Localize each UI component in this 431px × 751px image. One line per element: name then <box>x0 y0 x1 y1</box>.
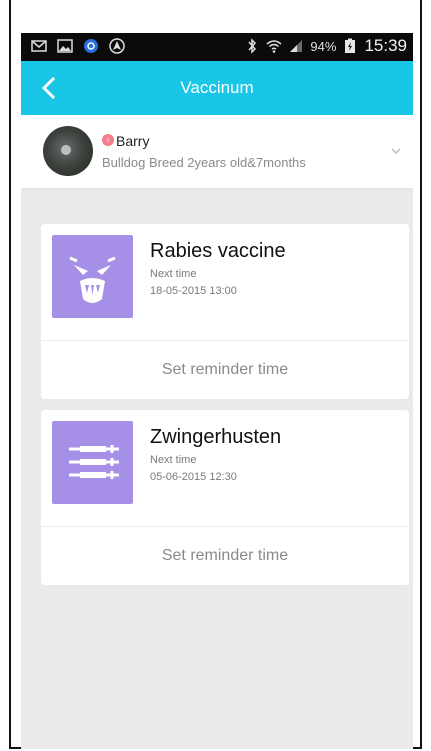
image-icon <box>57 39 73 53</box>
clock: 15:39 <box>364 36 407 55</box>
beast-face-icon <box>69 256 116 303</box>
status-notifications <box>31 38 125 54</box>
app-screen: 94% 15:39 Vaccinum ♀ Barry Bulldog Breed… <box>21 33 413 749</box>
bluetooth-icon <box>248 38 257 54</box>
vaccine-info: Rabies vaccine Next time 18-05-2015 13:0… <box>41 224 409 340</box>
next-time-label: Next time <box>150 268 197 280</box>
female-icon: ♀ <box>102 134 114 146</box>
set-reminder-button[interactable]: Set reminder time <box>41 526 409 585</box>
mail-icon <box>31 40 47 52</box>
signal-icon <box>290 40 303 52</box>
vaccine-tile <box>52 235 133 318</box>
vaccine-info: Zwingerhusten Next time 05-06-2015 12:30 <box>41 410 409 526</box>
pet-description: Bulldog Breed 2years old&7months <box>102 155 306 170</box>
status-bar: 94% 15:39 <box>21 33 413 61</box>
battery-percentage: 94% <box>310 38 337 54</box>
syringes-icon <box>69 445 119 479</box>
avatar <box>43 126 93 176</box>
battery-icon <box>345 38 356 53</box>
next-time-value: 05-06-2015 12:30 <box>150 471 237 483</box>
navigation-icon <box>109 38 125 54</box>
app-bar: Vaccinum <box>21 61 413 115</box>
page-title: Vaccinum <box>180 78 254 97</box>
vaccine-card-zwingerhusten: Zwingerhusten Next time 05-06-2015 12:30… <box>41 410 409 585</box>
status-system: 94% 15:39 <box>244 36 407 56</box>
pet-name: Barry <box>116 133 150 149</box>
pet-selector[interactable]: ♀ Barry Bulldog Breed 2years old&7months <box>21 115 413 189</box>
app-icon <box>84 39 98 53</box>
next-time-value: 18-05-2015 13:00 <box>150 285 237 297</box>
set-reminder-button[interactable]: Set reminder time <box>41 340 409 399</box>
vaccine-name: Zwingerhusten <box>150 426 282 448</box>
avatar-highlight <box>61 145 71 155</box>
vaccine-card-rabies: Rabies vaccine Next time 18-05-2015 13:0… <box>41 224 409 399</box>
wifi-icon <box>266 40 282 53</box>
chevron-down-icon[interactable] <box>390 146 402 156</box>
vaccine-name: Rabies vaccine <box>150 240 286 262</box>
next-time-label: Next time <box>150 454 197 466</box>
vaccine-tile <box>52 421 133 504</box>
